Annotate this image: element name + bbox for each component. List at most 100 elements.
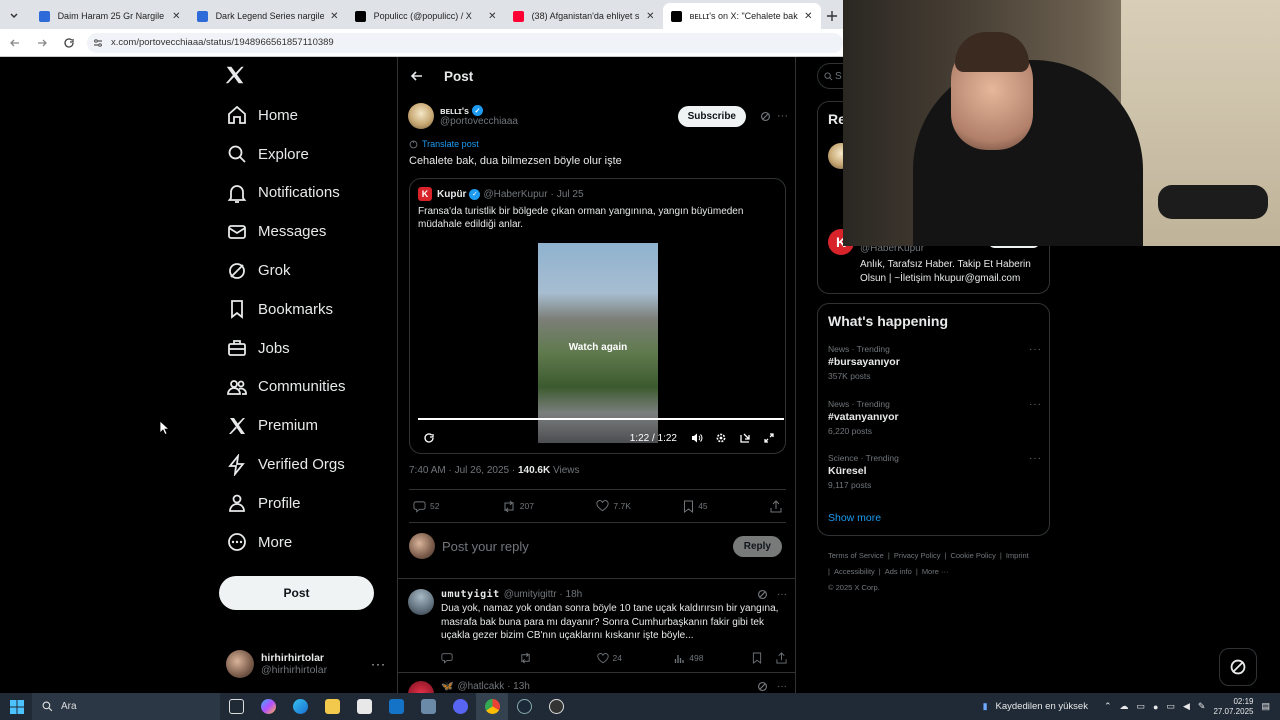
browser-tab[interactable]: Daim Haram 25 Gr Nargile Tütü ✕ — [31, 3, 189, 29]
close-icon[interactable]: ✕ — [804, 11, 812, 22]
reply-item[interactable]: umutyigit @umityigittr · 18h ··· Dua yok… — [398, 578, 795, 670]
pen-icon[interactable]: ✎ — [1198, 701, 1206, 712]
watch-again-button[interactable]: Watch again — [415, 342, 781, 353]
back-arrow-icon[interactable] — [402, 61, 432, 91]
trend-item[interactable]: Science · Trending Küresel 9,117 posts ··· — [828, 453, 1042, 490]
browser-tab[interactable]: ʙᴇʟʟɪ's on X: "Cehalete bak, dua ✕ — [662, 3, 821, 29]
site-settings-icon[interactable] — [93, 38, 103, 48]
notifications-icon[interactable]: ▤ — [1261, 701, 1270, 712]
reply-item[interactable]: 🦋 @hatlcakk · 13h ··· — [398, 672, 795, 693]
settings-gear-icon[interactable] — [709, 429, 733, 447]
network-icon[interactable]: ▭ — [1166, 701, 1175, 712]
nav-item-notifications[interactable]: Notifications — [216, 174, 346, 213]
footer-link[interactable]: Accessibility — [834, 567, 875, 576]
reply-icon[interactable] — [441, 652, 519, 664]
nav-item-home[interactable]: Home — [216, 96, 346, 135]
show-more-link[interactable]: Show more — [828, 512, 881, 524]
reply-display-name[interactable]: umutyigit — [441, 589, 500, 600]
nav-item-explore[interactable]: Explore — [216, 135, 346, 174]
trend-item[interactable]: News · Trending #vatanyanıyor 6,220 posts ·… — [828, 399, 1042, 436]
footer-link[interactable]: Imprint — [1006, 551, 1029, 560]
discord-icon[interactable] — [444, 693, 476, 720]
more-dots-icon[interactable]: ··· — [371, 657, 386, 671]
grok-icon[interactable] — [760, 111, 771, 122]
close-icon[interactable]: ✕ — [330, 11, 338, 22]
footer-link[interactable]: More ··· — [922, 567, 949, 576]
x-logo-icon[interactable] — [224, 64, 246, 86]
nav-item-verified-orgs[interactable]: Verified Orgs — [216, 445, 346, 484]
trend-item[interactable]: News · Trending #bursayanıyor 357K posts ··… — [828, 344, 1042, 381]
reply-input[interactable]: Post your reply — [442, 539, 733, 554]
more-dots-icon[interactable]: ··· — [1029, 399, 1042, 410]
steam-icon[interactable] — [508, 693, 540, 720]
post-timestamp[interactable]: 7:40 AM · Jul 26, 2025 · — [409, 465, 518, 476]
picture-in-picture-icon[interactable] — [733, 429, 757, 447]
avatar[interactable] — [408, 589, 434, 615]
reply-handle[interactable]: @hatlcakk — [457, 681, 504, 692]
reply-handle[interactable]: @umityigittr — [504, 589, 557, 600]
clock[interactable]: 02:19 27.07.2025 — [1213, 697, 1253, 717]
forward-arrow-icon[interactable] — [30, 31, 54, 55]
repost-action[interactable]: 207 — [502, 500, 597, 513]
nav-item-communities[interactable]: Communities — [216, 368, 346, 407]
nav-item-premium[interactable]: Premium — [216, 406, 346, 445]
avatar[interactable] — [408, 681, 434, 693]
new-tab-button[interactable] — [821, 4, 843, 28]
reply-action[interactable]: 52 — [413, 500, 502, 513]
grok-icon[interactable] — [757, 589, 768, 600]
tab-search-icon[interactable] — [4, 5, 25, 27]
more-dots-icon[interactable]: ··· — [777, 681, 787, 692]
post-button[interactable]: Post — [219, 576, 374, 610]
subscribe-button[interactable]: Subscribe — [677, 105, 746, 127]
close-icon[interactable]: ✕ — [646, 11, 654, 22]
footer-link[interactable]: Ads info — [885, 567, 912, 576]
microphone-icon[interactable]: ● — [1153, 702, 1158, 712]
microsoft-store-icon[interactable] — [348, 693, 380, 720]
author-display-name[interactable]: ʙᴇʟʟɪ's — [440, 106, 469, 116]
share-icon[interactable] — [776, 652, 787, 664]
footer-link[interactable]: Privacy Policy — [894, 551, 941, 560]
more-dots-icon[interactable]: ··· — [1029, 344, 1042, 355]
stock-widget-label[interactable]: Kaydedilen en yüksek — [996, 701, 1088, 712]
volume-icon[interactable]: ◀ — [1183, 701, 1190, 712]
volume-icon[interactable] — [685, 429, 709, 447]
nav-item-jobs[interactable]: Jobs — [216, 329, 346, 368]
taskbar-search[interactable]: Ara — [32, 693, 220, 720]
photos-icon[interactable] — [412, 693, 444, 720]
nav-item-messages[interactable]: Messages — [216, 212, 346, 251]
close-icon[interactable]: ✕ — [488, 11, 496, 22]
browser-tab[interactable]: Populicc (@populicc) / X ✕ — [347, 3, 505, 29]
obs-icon[interactable] — [540, 693, 572, 720]
translate-post-link[interactable]: Translate post — [409, 139, 479, 149]
reply-button[interactable]: Reply — [732, 535, 782, 557]
author-handle[interactable]: @portovecchiaaa — [440, 116, 678, 127]
close-icon[interactable]: ✕ — [172, 11, 180, 22]
views-action[interactable]: 498 — [674, 653, 752, 664]
back-arrow-icon[interactable] — [3, 31, 27, 55]
reload-icon[interactable] — [57, 31, 81, 55]
browser-tab[interactable]: (38) Afganistan'da ehliyet sınav ✕ — [505, 3, 663, 29]
browser-tab[interactable]: Dark Legend Series nargile tütü ✕ — [189, 3, 347, 29]
url-field[interactable]: x.com/portovecchiaaa/status/194896656185… — [87, 32, 843, 53]
device-icon[interactable]: ▭ — [1137, 701, 1146, 712]
repost-icon[interactable] — [519, 652, 597, 664]
cloud-icon[interactable]: ☁ — [1120, 701, 1129, 712]
copilot-icon[interactable] — [252, 693, 284, 720]
chrome-icon[interactable] — [476, 693, 508, 720]
stock-widget-icon[interactable]: ▮ — [983, 701, 988, 712]
nav-item-more[interactable]: More — [216, 523, 346, 562]
bookmark-icon[interactable] — [752, 652, 762, 664]
nav-item-bookmarks[interactable]: Bookmarks — [216, 290, 346, 329]
grok-icon[interactable] — [757, 681, 768, 692]
fullscreen-icon[interactable] — [757, 429, 781, 447]
avatar[interactable] — [408, 103, 434, 129]
share-icon[interactable] — [770, 499, 782, 513]
file-explorer-icon[interactable] — [316, 693, 348, 720]
footer-link[interactable]: Cookie Policy — [950, 551, 995, 560]
video-player[interactable]: Watch again 1:22 / 1:22 — [415, 242, 784, 450]
nav-item-profile[interactable]: Profile — [216, 484, 346, 523]
quoted-post[interactable]: K Kupür ✓ @HaberKupur · Jul 25 Fransa'da… — [409, 178, 786, 454]
video-progress-bar[interactable] — [418, 418, 784, 420]
replay-icon[interactable] — [423, 429, 630, 447]
grok-floating-button[interactable] — [1219, 648, 1257, 686]
